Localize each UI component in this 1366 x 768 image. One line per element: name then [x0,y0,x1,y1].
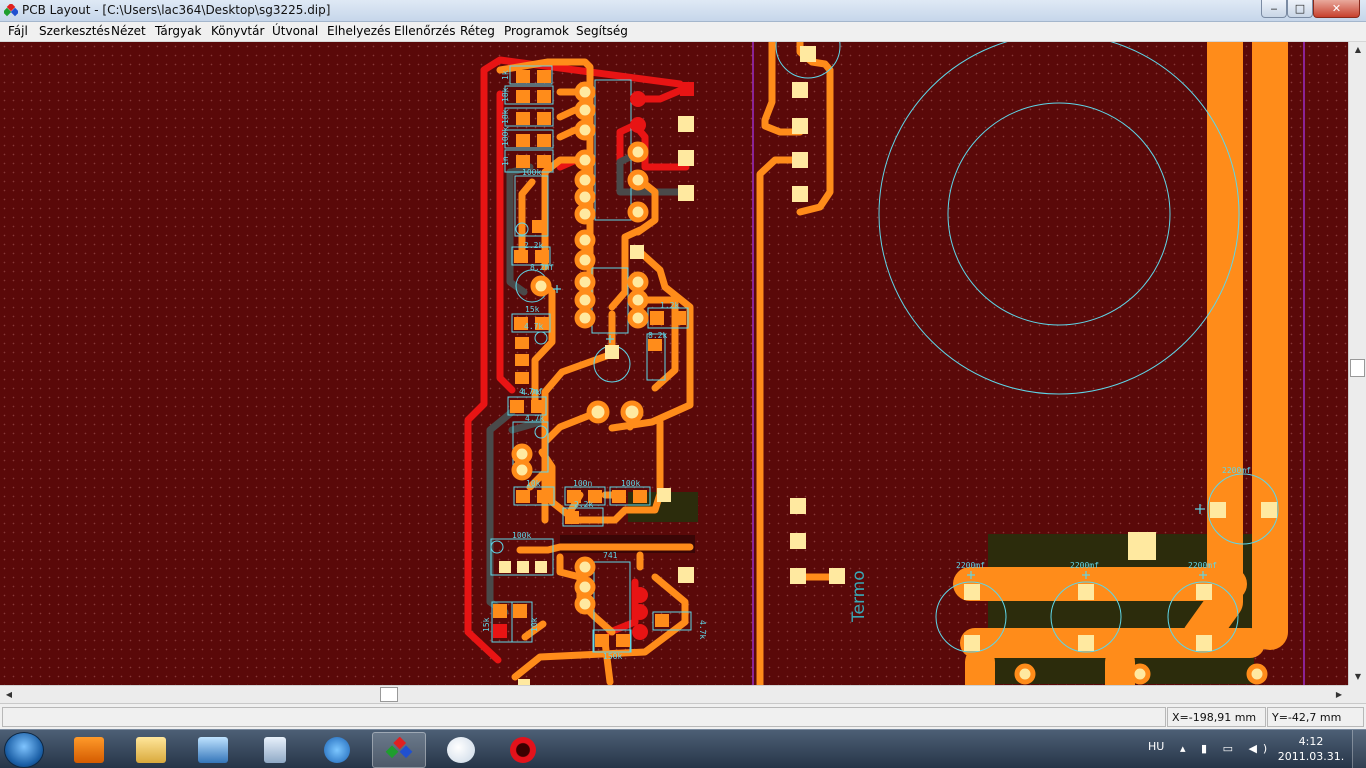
label-c4: 100n [573,479,592,488]
clock-date: 2011.03.31. [1277,750,1345,763]
label-r6: 2.2k [524,241,543,250]
menu-edit[interactable]: Szerkesztés [39,24,110,38]
system-tray-icons[interactable]: ▴ ▮ ▭ ◀) [1180,742,1273,755]
label-r12: 4.7k [525,414,544,423]
desktop-screen: PCB Layout - [C:\Users\lac364\Desktop\sg… [0,0,1366,768]
pcb-app-icon [385,737,413,759]
pcb-canvas[interactable]: 1k 18k 18k 100k 1n 100k 2.2k 1.2k 15k 4.… [0,42,1348,685]
label-c1: 1n [501,156,510,166]
label-r2: 18k [501,87,510,102]
taskbar-explorer[interactable] [124,732,178,768]
close-button[interactable]: ✕ [1313,0,1360,18]
clock-time: 4:12 [1298,735,1324,748]
pcb-app-icon [4,4,18,17]
taskbar-remote-desktop[interactable] [186,732,240,768]
maximize-button[interactable]: □ [1287,0,1313,18]
status-message-panel [2,707,1166,727]
horizontal-scroll-thumb[interactable] [380,687,398,702]
taskbar-media-player[interactable] [62,732,116,768]
pcb-drawing[interactable]: 1k 18k 18k 100k 1n 100k 2.2k 1.2k 15k 4.… [0,42,1348,685]
menu-placement[interactable]: Elhelyezés [327,24,391,38]
menu-library[interactable]: Könyvtár [211,24,264,38]
menu-check[interactable]: Ellenőrzés [394,24,455,38]
taskbar-clock[interactable]: 4:12 2011.03.31. [1276,734,1346,764]
menu-layer[interactable]: Réteg [460,24,495,38]
opera-icon [510,737,536,763]
show-desktop-button[interactable] [1352,730,1366,768]
scrollbar-corner [1348,685,1366,703]
label-r17: 4.7k [698,620,707,639]
start-button[interactable] [4,732,44,768]
label-r10: 8.2k [648,331,667,340]
power-traces [953,42,1288,685]
label-cap4: 2200mf [1188,561,1217,570]
scroll-up-arrow-icon[interactable]: ▲ [1350,45,1366,54]
status-y-coordinate: Y=-42,7 mm [1267,707,1364,727]
calculator-icon [264,737,286,763]
taskbar-opera[interactable] [496,732,550,768]
status-x-coordinate: X=-198,91 mm [1167,707,1266,727]
language-indicator[interactable]: HU [1148,740,1164,753]
menu-route[interactable]: Útvonal [272,24,318,38]
label-r8: 15k [525,305,540,314]
minimize-button[interactable]: ‒ [1261,0,1287,18]
menu-programs[interactable]: Programok [504,24,569,38]
label-r7: 1.2k [660,301,679,310]
label-r1: 1k [501,70,510,80]
label-r4: 100k [501,127,510,146]
taskbar-pcb-layout[interactable] [372,732,426,768]
paint-palette-icon [447,737,475,763]
label-r9: 4.7k [524,322,543,331]
remote-desktop-icon [198,737,228,763]
taskbar-paint[interactable] [434,732,488,768]
scroll-left-arrow-icon[interactable]: ◀ [1,690,17,699]
taskbar-calculator[interactable] [248,732,302,768]
menu-objects[interactable]: Tárgyak [155,24,201,38]
label-c3: 4.7mf [519,387,543,396]
taskbar-internet-explorer[interactable] [310,732,364,768]
window-title: PCB Layout - [C:\Users\lac364\Desktop\sg… [22,3,331,17]
label-r16: 150k [603,652,622,661]
scroll-right-arrow-icon[interactable]: ▶ [1331,690,1347,699]
folder-icon [136,737,166,763]
label-cap3: 2200mf [1070,561,1099,570]
label-r13: 10k [526,479,541,488]
label-c2: 8.2mf [530,263,554,272]
scroll-down-arrow-icon[interactable]: ▼ [1350,672,1366,681]
menu-file[interactable]: Fájl [8,24,28,38]
label-r18: 15k [482,617,491,632]
status-bar: X=-198,91 mm Y=-42,7 mm [0,703,1366,729]
label-termo: Termo [849,570,869,623]
vertical-scroll-thumb[interactable] [1350,359,1365,377]
menu-help[interactable]: Segítség [576,24,628,38]
label-pot: 100k [512,531,531,540]
horizontal-scrollbar[interactable]: ◀ ▶ [0,685,1348,703]
label-r5: 100k [522,168,541,177]
window-titlebar[interactable]: PCB Layout - [C:\Users\lac364\Desktop\sg… [0,0,1366,22]
label-ic: 741 [603,551,618,560]
menu-bar: Fájl Szerkesztés Nézet Tárgyak Könyvtár … [0,22,1366,42]
internet-explorer-icon [324,737,350,763]
label-r3: 18k [501,109,510,124]
vertical-scrollbar[interactable]: ▲ ▼ [1348,42,1366,685]
menu-view[interactable]: Nézet [111,24,146,38]
label-r14: 100k [621,479,640,488]
label-cap1: 2200mf [1222,466,1251,475]
label-cap2: 2200mf [956,561,985,570]
media-player-icon [74,737,104,763]
label-r19: 10k [530,617,539,632]
label-r15: 2.2k [574,500,593,509]
taskbar: HU ▴ ▮ ▭ ◀) 4:12 2011.03.31. [0,729,1366,768]
